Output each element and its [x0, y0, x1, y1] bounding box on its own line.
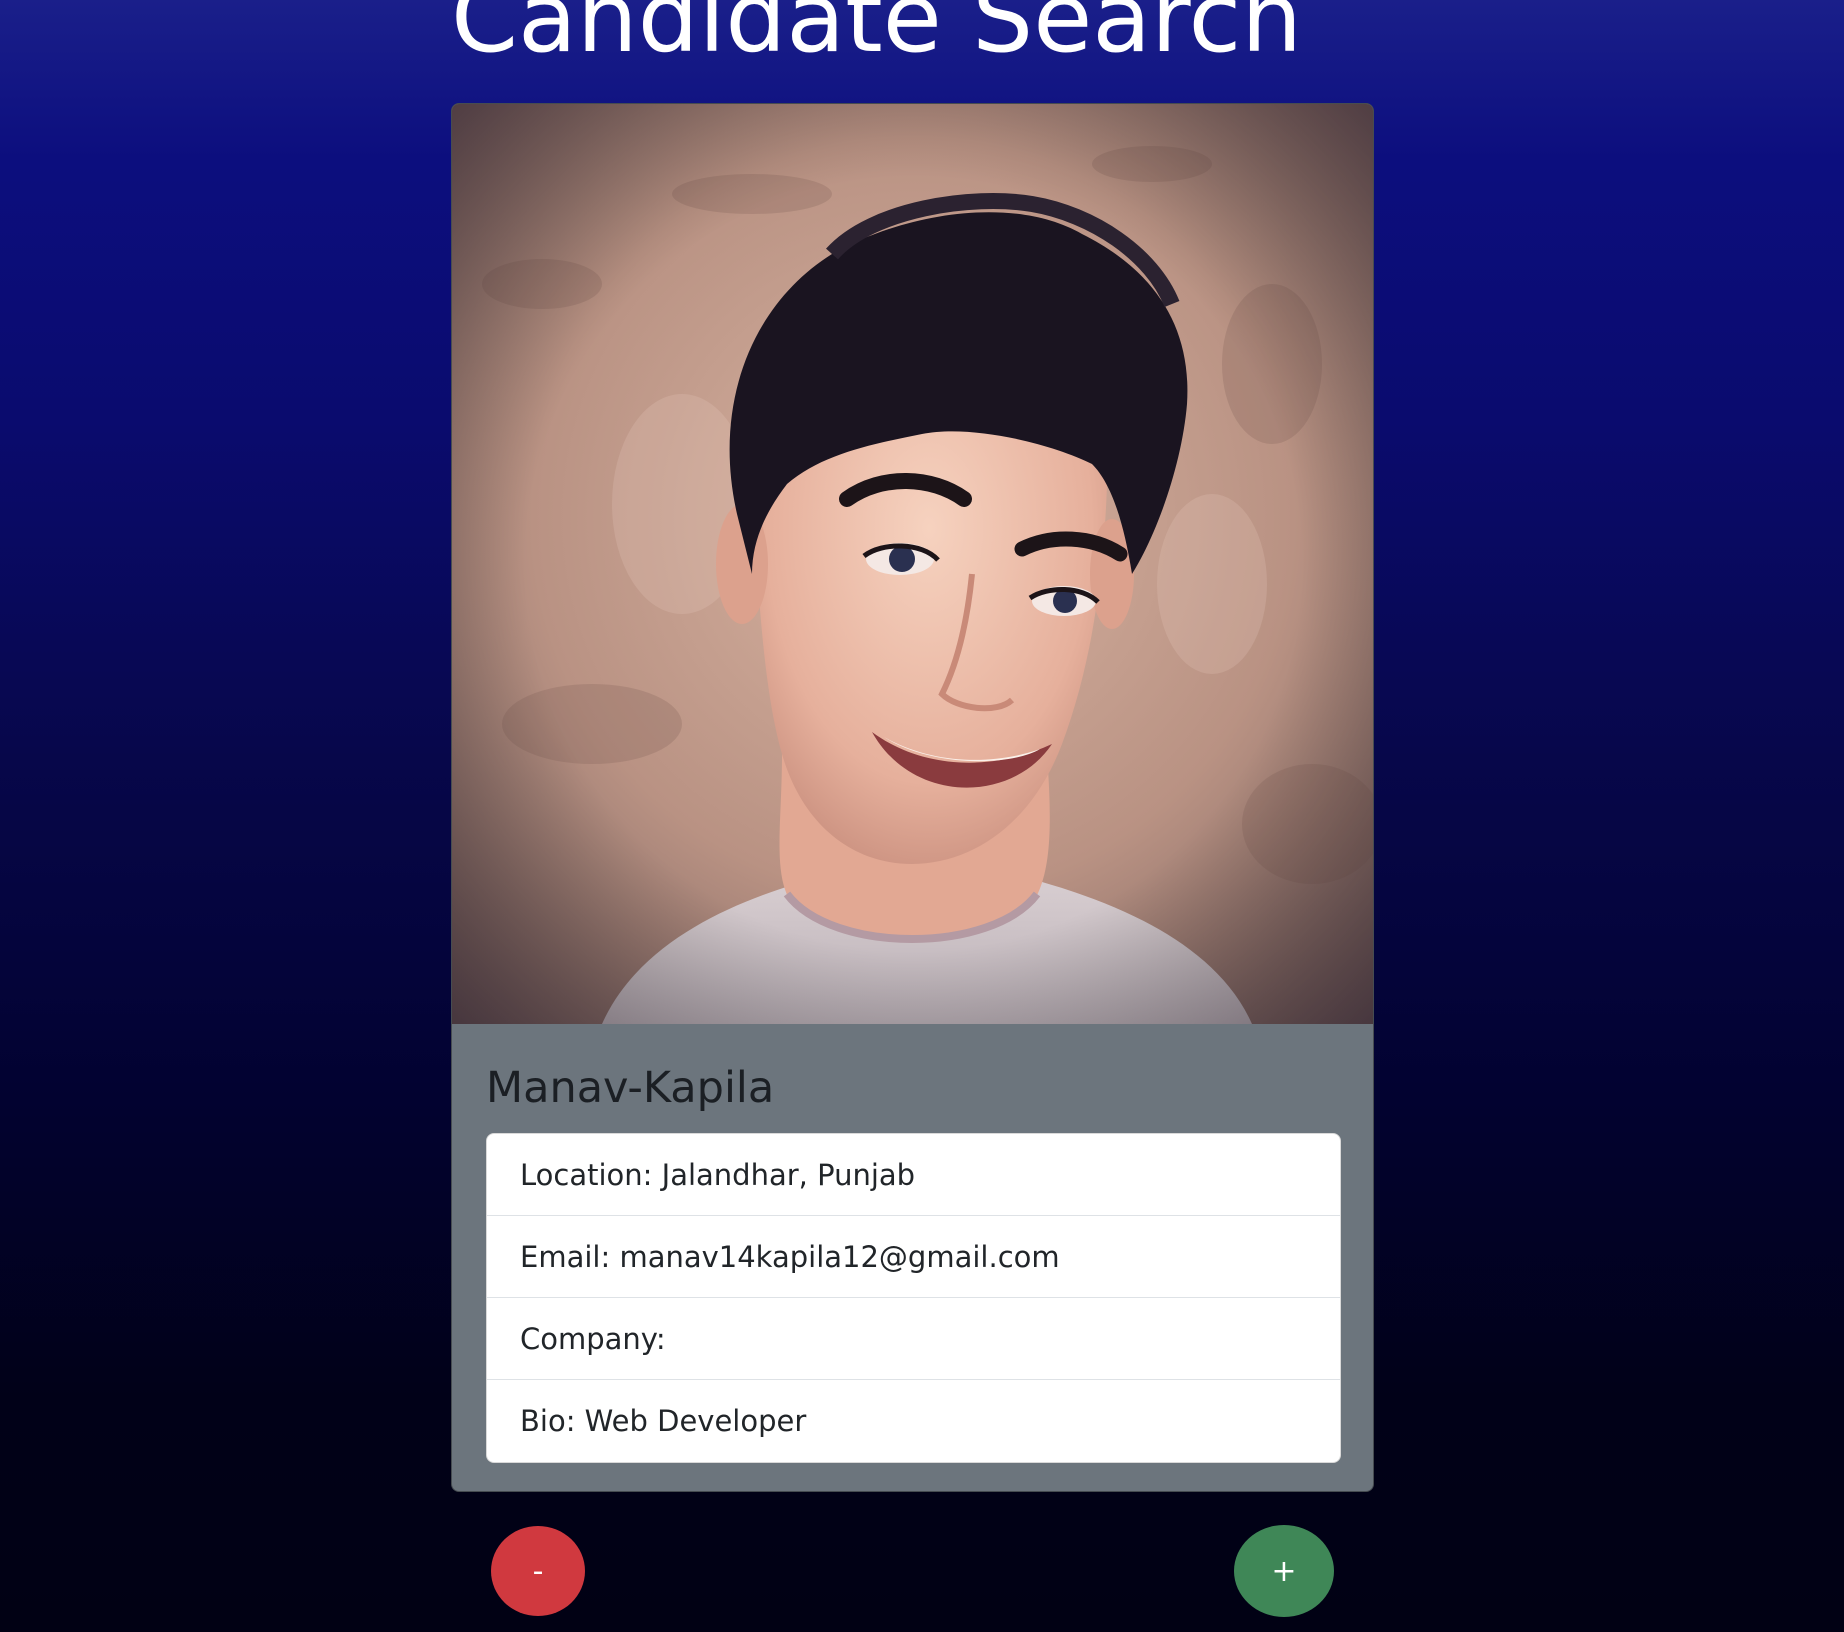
save-candidate-button[interactable]: +: [1234, 1525, 1334, 1617]
candidate-bio: Bio: Web Developer: [520, 1404, 807, 1438]
card-body: Manav-Kapila Location: Jalandhar, Punjab…: [452, 1024, 1373, 1491]
candidate-email: Email: manav14kapila12@gmail.com: [487, 1216, 1340, 1298]
candidate-avatar: [452, 104, 1373, 1024]
reject-candidate-button[interactable]: -: [491, 1526, 585, 1616]
page-title: Candidate Search: [451, 0, 1303, 74]
candidate-details-list: Location: Jalandhar, Punjab Email: manav…: [486, 1133, 1341, 1463]
candidate-company: Company:: [487, 1298, 1340, 1380]
candidate-name: Manav-Kapila: [486, 1063, 775, 1113]
candidate-location: Location: Jalandhar, Punjab: [487, 1134, 1340, 1216]
candidate-card: Manav-Kapila Location: Jalandhar, Punjab…: [451, 103, 1374, 1492]
